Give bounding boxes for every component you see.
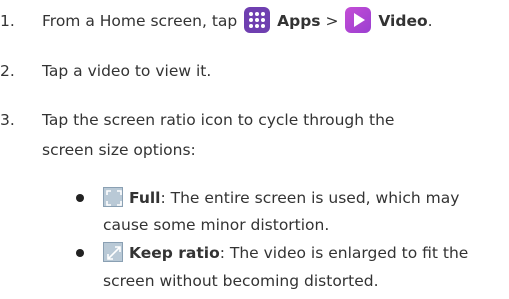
step-text-line-2: screen size options: [42,141,196,159]
step-number: 3. [0,111,15,129]
bullet [76,194,84,202]
option-keep-ratio-line-1: Keep ratio: The video is enlarged to fit… [103,238,468,268]
step-text-before: From a Home screen, tap [42,12,243,30]
step-text: Tap a video to view it. [42,62,212,80]
bullet [76,249,84,257]
option-keep-ratio-line-2: screen without becoming distorted. [103,272,379,290]
keep-ratio-icon [103,242,123,262]
video-label: Video [378,12,428,30]
apps-label: Apps [277,12,321,30]
option-full-line-2: cause some minor distortion. [103,216,330,234]
step-number: 1. [0,12,15,30]
apps-icon [244,7,271,33]
option-full-title: Full [129,189,161,207]
full-screen-icon [103,187,123,207]
step-3: 3. Tap the screen ratio icon to cycle th… [0,105,509,165]
step-text-line-1: Tap the screen ratio icon to cycle throu… [42,111,395,129]
step-2: 2. Tap a video to view it. [0,56,509,86]
step-1: 1. From a Home screen, tap Apps > Video. [0,6,509,36]
separator: > [320,12,344,30]
step-text: From a Home screen, tap Apps > Video. [42,6,433,36]
video-icon [345,7,372,33]
option-full-desc: : The entire screen is used, which may [160,189,460,207]
step-text-after: . [427,12,433,30]
option-keep-ratio-desc: : The video is enlarged to fit the [219,244,469,262]
option-keep-ratio-title: Keep ratio [129,244,220,262]
option-full-line-1: Full: The entire screen is used, which m… [103,183,459,213]
step-number: 2. [0,62,15,80]
